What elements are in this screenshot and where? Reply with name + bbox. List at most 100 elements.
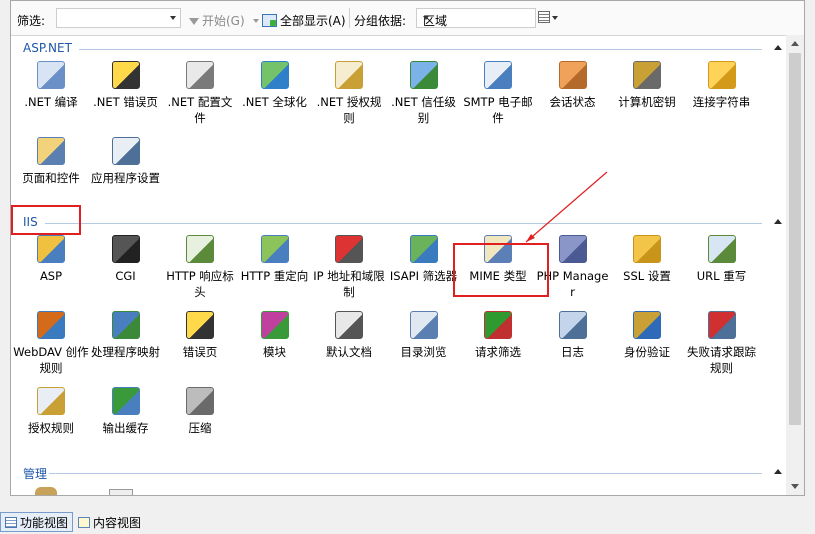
- feature-item[interactable]: SSL 设置: [609, 235, 683, 307]
- section-title-management: 管理: [23, 467, 48, 481]
- feature-item[interactable]: MIME 类型: [460, 235, 534, 307]
- feature-item-label: 请求筛选: [475, 345, 521, 359]
- feature-item[interactable]: 目录浏览: [386, 311, 460, 383]
- feature-item[interactable]: 默认文档: [311, 311, 385, 383]
- feature-item-label: MIME 类型: [469, 269, 527, 283]
- compile-icon: [37, 61, 65, 89]
- feature-item[interactable]: URL 重写: [684, 235, 758, 307]
- feature-item-label: 错误页: [182, 345, 218, 359]
- dir-browse-icon: [409, 311, 438, 339]
- compression-icon: [186, 387, 214, 415]
- feature-item[interactable]: ISAPI 筛选器: [386, 235, 460, 307]
- section-header-management[interactable]: 管理: [11, 465, 786, 481]
- filter-input[interactable]: [56, 8, 181, 28]
- mime-icon: [484, 235, 512, 263]
- feature-item[interactable]: .NET 配置文件: [162, 61, 236, 133]
- scroll-down-icon[interactable]: [791, 484, 799, 489]
- output-cache-icon: [111, 387, 140, 415]
- feature-item[interactable]: 压缩: [162, 387, 236, 459]
- chevron-down-icon: [552, 16, 558, 20]
- feature-item[interactable]: .NET 授权规则: [311, 61, 385, 133]
- chevron-down-icon: [423, 16, 429, 20]
- machine-key-icon: [633, 61, 661, 89]
- feature-item[interactable]: HTTP 重定向: [237, 235, 311, 307]
- scroll-thumb[interactable]: [789, 53, 801, 425]
- webdav-icon: [37, 311, 65, 339]
- app-settings-icon: [111, 137, 140, 165]
- feature-item-label: WebDAV 创作规则: [13, 345, 89, 375]
- feature-item[interactable]: .NET 信任级别: [386, 61, 460, 133]
- section-header-aspnet[interactable]: ASP.NET: [11, 41, 786, 57]
- feature-item[interactable]: .NET 编译: [13, 61, 87, 133]
- globe-icon: [260, 61, 289, 89]
- feature-item-label: SMTP 电子邮件: [463, 95, 533, 125]
- feature-item[interactable]: 模块: [237, 311, 311, 383]
- feature-item[interactable]: 应用程序设置: [88, 137, 162, 209]
- collapse-icon[interactable]: [774, 469, 782, 474]
- feature-item-label: 连接字符串: [692, 95, 751, 109]
- pages-controls-icon: [37, 137, 65, 165]
- feature-item[interactable]: 页面和控件: [13, 137, 87, 209]
- feature-item[interactable]: ASP: [13, 235, 87, 307]
- group-by-value: 区域: [423, 14, 448, 28]
- feature-item-label: 压缩: [188, 421, 212, 435]
- authentication-icon: [633, 311, 661, 339]
- asp-icon: [37, 235, 65, 263]
- filter-label: 筛选:: [17, 14, 46, 28]
- feature-item-label: 默认文档: [326, 345, 372, 359]
- feature-item[interactable]: PHP Manager: [535, 235, 609, 307]
- feature-item[interactable]: 日志: [535, 311, 609, 383]
- feature-item[interactable]: 输出缓存: [88, 387, 162, 459]
- feature-item-label: CGI: [115, 269, 136, 283]
- feature-item[interactable]: 连接字符串: [684, 61, 758, 133]
- feature-item-label: 处理程序映射: [91, 345, 160, 359]
- feature-item[interactable]: 计算机密钥: [609, 61, 683, 133]
- section-header-iis[interactable]: IIS: [11, 215, 786, 231]
- section-divider: [49, 473, 762, 474]
- feature-item-label: .NET 授权规则: [316, 95, 382, 125]
- feature-item[interactable]: IP 地址和域限制: [311, 235, 385, 307]
- section-title-iis: IIS: [23, 215, 38, 229]
- scroll-up-icon[interactable]: [791, 41, 799, 46]
- feature-item[interactable]: CGI: [88, 235, 162, 307]
- group-by-label: 分组依据:: [354, 14, 407, 28]
- feature-item[interactable]: 会话状态: [535, 61, 609, 133]
- view-mode-button[interactable]: [538, 10, 564, 26]
- trust-level-icon: [409, 61, 438, 89]
- feature-item-label: ISAPI 筛选器: [389, 269, 458, 283]
- collapse-icon[interactable]: [774, 219, 782, 224]
- default-doc-icon: [335, 311, 363, 339]
- show-all-button[interactable]: 全部显示(A): [253, 12, 346, 29]
- feature-item-label: SSL 设置: [623, 269, 671, 283]
- feature-item-label: 页面和控件: [22, 171, 80, 185]
- view-list-icon: [538, 11, 550, 23]
- feature-item-label: 应用程序设置: [91, 171, 160, 185]
- feature-item[interactable]: 失败请求跟踪规则: [684, 311, 758, 383]
- group-by-select[interactable]: 区域: [416, 8, 536, 28]
- feature-item[interactable]: .NET 全球化: [237, 61, 311, 133]
- feature-item[interactable]: HTTP 响应标头: [162, 235, 236, 307]
- feature-item[interactable]: 错误页: [162, 311, 236, 383]
- url-rewrite-icon: [707, 235, 736, 263]
- feature-item-label: .NET 错误页: [93, 95, 158, 109]
- feature-item[interactable]: 授权规则: [13, 387, 87, 459]
- feature-item[interactable]: 身份验证: [609, 311, 683, 383]
- chevron-down-icon: [170, 16, 176, 20]
- feature-item-label: ASP: [39, 269, 63, 283]
- connection-string-icon: [707, 61, 736, 89]
- tab-features-view[interactable]: 功能视图: [0, 512, 74, 532]
- tab-features-view-label: 功能视图: [20, 515, 69, 530]
- feature-item[interactable]: SMTP 电子邮件: [460, 61, 534, 133]
- request-filter-icon: [484, 311, 512, 339]
- collapse-icon[interactable]: [774, 45, 782, 50]
- vertical-scrollbar[interactable]: [786, 35, 804, 495]
- section-divider: [79, 49, 762, 50]
- feature-item[interactable]: 请求筛选: [460, 311, 534, 383]
- content-view-icon: [78, 516, 91, 528]
- tab-content-view[interactable]: 内容视图: [73, 512, 146, 532]
- feature-item-label: 会话状态: [549, 95, 596, 109]
- feature-item[interactable]: 处理程序映射: [88, 311, 162, 383]
- feature-item[interactable]: WebDAV 创作规则: [13, 311, 89, 383]
- start-filter-button[interactable]: 开始(G): [189, 12, 245, 29]
- feature-item[interactable]: .NET 错误页: [88, 61, 162, 133]
